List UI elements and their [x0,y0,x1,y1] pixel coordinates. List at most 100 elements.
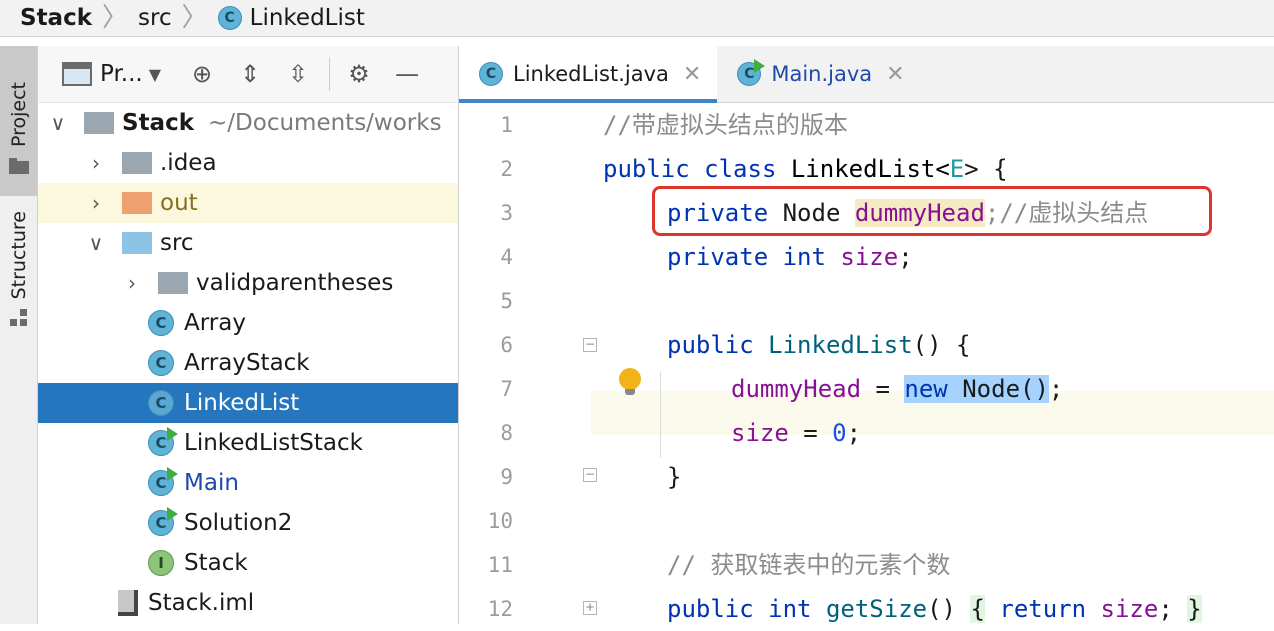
tree-item-path: ~/Documents/works [208,110,442,136]
gutter: 1 2 3 4 5 6 7 8 9 10 11 12 [459,103,591,624]
tree-item-label: LinkedList [184,390,300,416]
tool-tab-project-label: Project [7,82,30,148]
hide-icon[interactable]: — [390,57,424,91]
tool-window-strip: Project Structure [0,46,38,624]
tree-item-main[interactable]: C Main [38,463,458,503]
lightbulb-icon[interactable] [619,368,641,395]
runnable-class-icon: C [737,59,766,86]
class-icon: C [148,390,174,416]
caret-down-icon: ▼ [148,64,162,84]
line-number: 1 [500,113,513,137]
tree-item-stack[interactable]: ∨ Stack ~/Documents/works [38,103,458,143]
line-number: 3 [500,201,513,225]
line-number: 4 [500,245,513,269]
window-icon [62,62,92,86]
tree-item-stack-iml[interactable]: Stack.iml [38,583,458,623]
chevron-right-icon[interactable]: › [86,151,106,175]
view-selector-label: Pr... [100,61,143,87]
chevron-down-icon[interactable]: ∨ [48,111,68,135]
package-icon [158,272,188,294]
structure-icon [9,309,27,327]
code-area[interactable]: //带虚拟头结点的版本 public class LinkedList<E> {… [591,103,1274,624]
folder-icon [122,192,152,214]
class-icon: C [148,350,174,376]
tree-item-label: ArrayStack [184,350,310,376]
close-icon[interactable]: ✕ [886,62,904,87]
chevron-right-icon: 〉 [181,3,208,33]
class-icon: C [217,6,242,30]
code-line-11: // 获取链表中的元素个数 [667,551,951,579]
code-line-6: public LinkedList() { [667,331,971,359]
tool-tab-structure[interactable]: Structure [0,211,37,351]
chevron-right-icon[interactable]: › [122,271,142,295]
tree-item-stack[interactable]: I Stack [38,543,458,583]
chevron-down-icon[interactable]: ∨ [86,231,106,255]
tree-item-label: Solution2 [184,510,293,536]
line-number: 5 [500,289,513,313]
tree-item-src[interactable]: ∨ src [38,223,458,263]
tree-item-out[interactable]: › out [38,183,458,223]
line-number: 11 [487,553,513,577]
code-line-12: public int getSize() { return size; } [667,595,1202,623]
tree-item-label: src [160,230,194,256]
class-icon: C [148,310,174,336]
folder-icon [8,157,29,174]
code-line-2: public class LinkedList<E> { [603,155,1008,183]
tree-item-label: Stack [184,550,248,576]
close-icon[interactable]: ✕ [683,62,701,87]
class-icon: C [479,62,503,86]
module-file-icon [118,590,138,616]
tree-item-label: LinkedListStack [184,430,363,456]
code-line-8: size = 0; [731,419,862,447]
editor-tabs: C LinkedList.java ✕ C Main.java ✕ [459,46,1274,103]
code-line-4: private int size; [667,243,913,271]
code-line-9: } [667,463,682,491]
tree-item-idea[interactable]: › .idea [38,143,458,183]
collapse-all-icon[interactable]: ⇳ [281,57,315,91]
runnable-class-icon: C [148,507,178,536]
line-number: 2 [500,157,513,181]
tree-item-array[interactable]: C Array [38,303,458,343]
tree-item-label: Stack [122,110,195,136]
fold-marker-icon[interactable]: − [583,338,597,352]
tab-label: LinkedList.java [513,62,669,86]
tree-item-arraystack[interactable]: C ArrayStack [38,343,458,383]
folder-icon [122,232,152,254]
tab-linkedlist-java[interactable]: C LinkedList.java ✕ [459,46,718,103]
fold-marker-icon[interactable]: + [583,601,597,615]
fold-marker-icon[interactable]: − [583,468,597,482]
tree-item-label: validparentheses [196,270,394,296]
annotation-highlight-box [652,186,1212,236]
breadcrumb: Stack 〉 src 〉 C LinkedList [0,0,1274,37]
locate-icon[interactable]: ⊕ [185,57,219,91]
tree-item-label: Stack.iml [148,590,255,616]
folder-icon [122,152,152,174]
code-line-1: //带虚拟头结点的版本 [603,111,848,139]
tree-item-linkedliststack[interactable]: C LinkedListStack [38,423,458,463]
breadcrumb-src[interactable]: src [138,5,172,31]
view-selector[interactable]: Pr... ▼ [62,61,161,87]
tree-item-solution2[interactable]: C Solution2 [38,503,458,543]
line-number: 6 [500,333,513,357]
editor: C LinkedList.java ✕ C Main.java ✕ 1 2 3 4 5 6… [459,46,1274,624]
toolbar-divider [329,57,331,91]
tab-label: Main.java [771,62,873,86]
line-number: 8 [500,421,513,445]
chevron-right-icon: 〉 [102,3,129,33]
breadcrumb-root[interactable]: Stack [20,5,92,31]
tree-item-validparentheses[interactable]: › validparentheses [38,263,458,303]
expand-all-icon[interactable]: ⇕ [233,57,267,91]
runnable-class-icon: C [148,427,178,456]
tree-item-linkedlist[interactable]: C LinkedList [38,383,458,423]
project-toolbar: Pr... ▼ ⊕ ⇕ ⇳ ⚙ — [38,46,458,103]
gear-icon[interactable]: ⚙ [342,57,376,91]
tab-main-java[interactable]: C Main.java ✕ [717,46,920,102]
interface-icon: I [148,550,174,576]
chevron-right-icon[interactable]: › [86,191,106,215]
runnable-class-icon: C [148,467,178,496]
breadcrumb-file[interactable]: LinkedList [250,5,365,31]
indent-guide [660,372,661,458]
line-number: 7 [500,377,513,401]
tool-tab-project[interactable]: Project [0,46,37,196]
project-panel: Pr... ▼ ⊕ ⇕ ⇳ ⚙ — ∨ Stack ~/Documents/work… [38,46,459,624]
